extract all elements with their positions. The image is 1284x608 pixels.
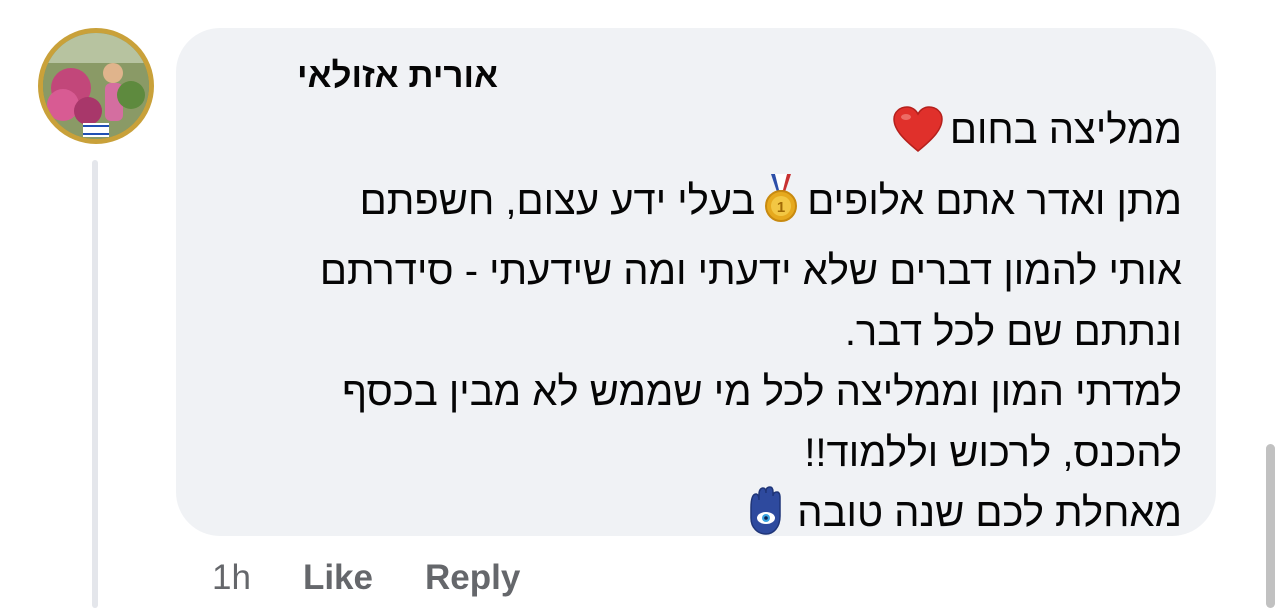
heart-emoji-icon bbox=[892, 105, 944, 171]
comment-actions: 1h Like Reply bbox=[212, 556, 572, 600]
avatar[interactable] bbox=[38, 28, 154, 144]
scrollbar[interactable] bbox=[1266, 444, 1275, 608]
comment-body: ממליצה בחום מתן ואדר אתם אלופים 1 בעלי ידע… bbox=[202, 100, 1182, 554]
comment-line: מאחלת לכם שנה טובה bbox=[202, 483, 1182, 554]
reply-button[interactable]: Reply bbox=[425, 558, 520, 598]
comment-line: להכנס, לרכוש וללמוד!! bbox=[804, 430, 1182, 475]
comment-line-text: מאחלת לכם שנה טובה bbox=[797, 491, 1182, 535]
profile-photo-icon bbox=[43, 33, 149, 139]
comment-line-text: ממליצה בחום bbox=[949, 108, 1182, 152]
comment-line-text: בעלי ידע עצום, חשפתם bbox=[359, 178, 756, 223]
comment-timestamp[interactable]: 1h bbox=[212, 558, 251, 598]
comment-line: ונתתם שם לכל דבר. bbox=[844, 309, 1182, 354]
thread-line bbox=[92, 160, 98, 608]
comment-author[interactable]: אורית אזולאי bbox=[297, 56, 498, 96]
comment-line: אותי להמון דברים שלא ידעתי ומה שידעתי - … bbox=[319, 249, 1182, 293]
hamsa-emoji-icon bbox=[741, 486, 791, 554]
medal-emoji-icon: 1 bbox=[761, 172, 801, 242]
comment-line: מתן ואדר אתם אלופים 1 בעלי ידע עצום, חשפתם bbox=[202, 171, 1182, 242]
comment-line-text: מתן ואדר אתם אלופים bbox=[807, 178, 1182, 223]
comment-line: למדתי המון וממליצה לכל מי שממש לא מבין ב… bbox=[342, 370, 1182, 414]
like-button[interactable]: Like bbox=[303, 558, 373, 598]
comment-line: ממליצה בחום bbox=[202, 100, 1182, 171]
svg-text:1: 1 bbox=[777, 199, 785, 216]
